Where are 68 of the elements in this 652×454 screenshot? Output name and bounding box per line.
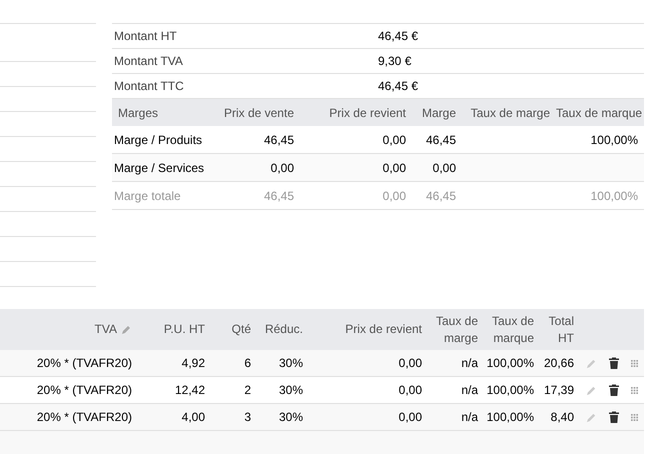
table-cell: 46,45: [426, 132, 456, 146]
table-cell: 0,00: [382, 160, 406, 174]
table-cell: 4,00: [182, 410, 205, 424]
table-cell: 8,40: [550, 410, 574, 424]
pencil-icon[interactable]: [586, 412, 597, 422]
column-header: Total HT: [548, 312, 574, 346]
table-cell: 20% * (TVAFR20): [36, 356, 132, 370]
drag-handle-icon[interactable]: [631, 414, 638, 420]
table-cell: Marge / Produits: [114, 132, 202, 146]
table-cell: 20% * (TVAFR20): [36, 410, 132, 424]
total-label: Montant TVA: [113, 53, 184, 70]
table-cell: 20,66: [544, 356, 574, 370]
table-cell: 30%: [278, 383, 303, 397]
pencil-icon[interactable]: [586, 384, 597, 396]
table-cell: Marge totale: [114, 188, 181, 202]
table-cell: 100,00%: [590, 188, 638, 202]
table-cell: n/a: [461, 383, 478, 397]
table-cell: 4,92: [182, 356, 205, 370]
drag-handle-icon[interactable]: [631, 386, 638, 394]
column-header: Prix de revient: [345, 321, 422, 338]
table-cell: 3: [244, 410, 251, 424]
table-cell: 30%: [278, 410, 303, 424]
trash-icon[interactable]: [609, 384, 619, 396]
table-cell: n/a: [461, 410, 478, 424]
table-cell: 100,00%: [486, 410, 534, 424]
table-cell: 46,45: [264, 132, 294, 146]
column-header: Taux de marge: [470, 106, 550, 120]
table-cell: 100,00%: [486, 383, 534, 397]
column-header: Marges: [117, 106, 158, 120]
column-header: TVA: [94, 321, 117, 338]
table-cell: 0,00: [382, 188, 406, 202]
table-cell: 100,00%: [590, 132, 638, 146]
column-header: Qté: [232, 321, 251, 338]
total-label: Montant TTC: [113, 78, 185, 95]
column-header: Taux de marque: [556, 106, 642, 120]
column-header: Prix de revient: [329, 106, 406, 120]
table-cell: n/a: [461, 356, 478, 370]
table-cell: 20% * (TVAFR20): [36, 383, 132, 397]
table-cell: 0,00: [398, 410, 422, 424]
table-cell: 46,45: [264, 188, 294, 202]
table-cell: 0,00: [432, 160, 456, 174]
table-cell: 0,00: [382, 132, 406, 146]
total-label: Montant HT: [113, 28, 178, 45]
total-value: 46,45 €: [378, 28, 418, 45]
table-cell: 0,00: [398, 383, 422, 397]
table-cell: 0,00: [270, 160, 294, 174]
pencil-icon[interactable]: [586, 358, 597, 368]
pencil-icon[interactable]: [120, 324, 132, 336]
table-cell: 100,00%: [486, 356, 534, 370]
column-header: Prix de vente: [224, 106, 294, 120]
column-header: Taux de marque: [490, 312, 534, 346]
table-cell: 6: [244, 356, 251, 370]
table-cell: 46,45: [426, 188, 456, 202]
drag-handle-icon[interactable]: [631, 360, 638, 366]
total-value: 46,45 €: [378, 78, 418, 95]
column-header: Réduc.: [264, 321, 303, 338]
table-cell: 12,42: [174, 383, 205, 397]
table-cell: Marge / Services: [114, 160, 204, 174]
table-cell: 0,00: [398, 356, 422, 370]
trash-icon[interactable]: [609, 411, 619, 423]
column-header: Taux de marge: [434, 312, 478, 346]
table-cell: 17,39: [544, 383, 574, 397]
table-cell: 2: [244, 383, 251, 397]
column-header: Marge: [422, 106, 456, 120]
trash-icon[interactable]: [609, 357, 619, 369]
column-header: P.U. HT: [164, 321, 205, 338]
total-value: 9,30 €: [378, 53, 412, 70]
table-cell: 30%: [278, 356, 303, 370]
